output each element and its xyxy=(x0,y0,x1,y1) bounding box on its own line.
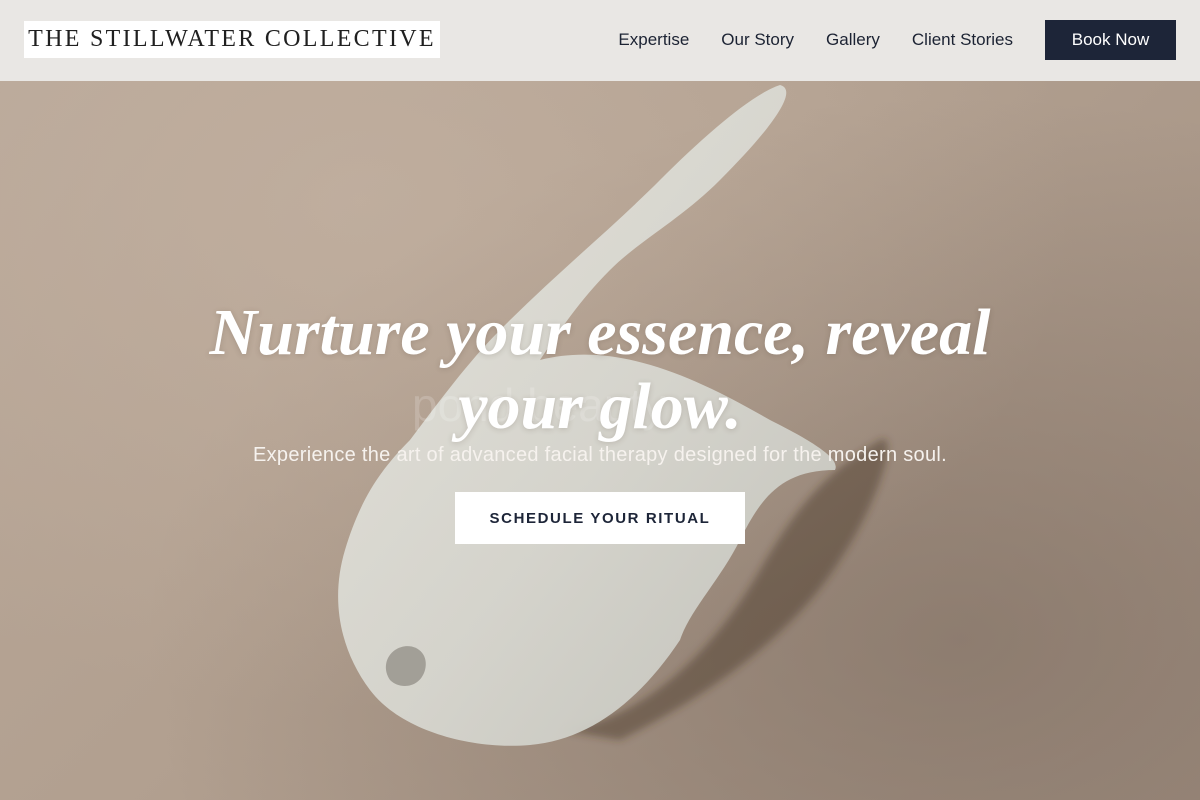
site-header: THE STILLWATER COLLECTIVE Expertise Our … xyxy=(0,0,1200,81)
nav-link-gallery[interactable]: Gallery xyxy=(826,30,880,50)
hero-subheadline: Experience the art of advanced facial th… xyxy=(252,444,948,466)
nav-link-expertise[interactable]: Expertise xyxy=(618,30,689,50)
brand-logo[interactable]: THE STILLWATER COLLECTIVE xyxy=(24,21,440,58)
nav-link-our-story[interactable]: Our Story xyxy=(721,30,794,50)
nav-link-client-stories[interactable]: Client Stories xyxy=(912,30,1013,50)
book-now-button[interactable]: Book Now xyxy=(1045,20,1176,60)
hero-headline: Nurture your essence, reveal your glow. xyxy=(209,296,991,444)
main-navigation: Expertise Our Story Gallery Client Stori… xyxy=(618,20,1176,60)
schedule-ritual-button[interactable]: SCHEDULE YOUR RITUAL xyxy=(455,492,745,544)
